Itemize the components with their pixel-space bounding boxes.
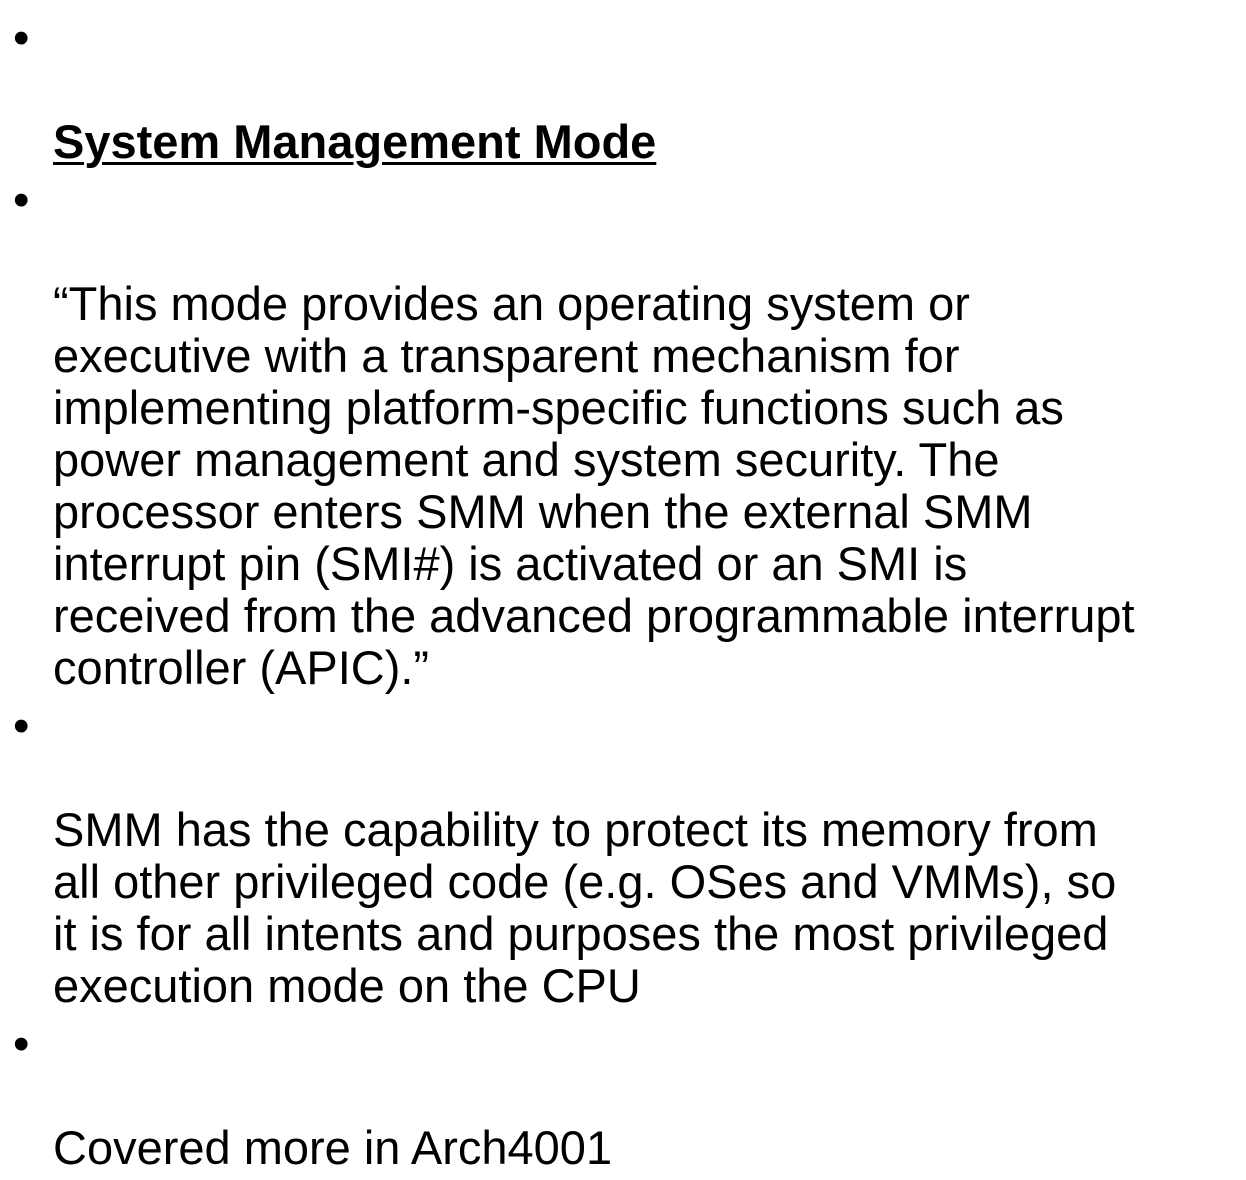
bullet-dot-icon: • <box>13 1017 30 1070</box>
bullet-smm-definition: • “This mode provides an operating syste… <box>0 174 1246 694</box>
bullet-arch4001: • Covered more in Arch4001 <box>0 1018 1246 1174</box>
bullet-heading: • System Management Mode <box>0 12 1246 168</box>
bullet-dot-icon: • <box>13 11 30 64</box>
bullet-text: Covered more in Arch4001 <box>53 1121 613 1174</box>
bullet-smm-privilege: • SMM has the capability to protect its … <box>0 700 1246 1012</box>
slide-title: System Management Mode <box>53 115 657 168</box>
bullet-dot-icon: • <box>13 699 30 752</box>
bullet-dot-icon: • <box>13 173 30 226</box>
slide-content: • System Management Mode • “This mode pr… <box>0 12 1246 1180</box>
bullet-text: “This mode provides an operating system … <box>53 277 1135 694</box>
bullet-list: • System Management Mode • “This mode pr… <box>0 12 1246 1174</box>
bullet-text: SMM has the capability to protect its me… <box>53 803 1117 1012</box>
